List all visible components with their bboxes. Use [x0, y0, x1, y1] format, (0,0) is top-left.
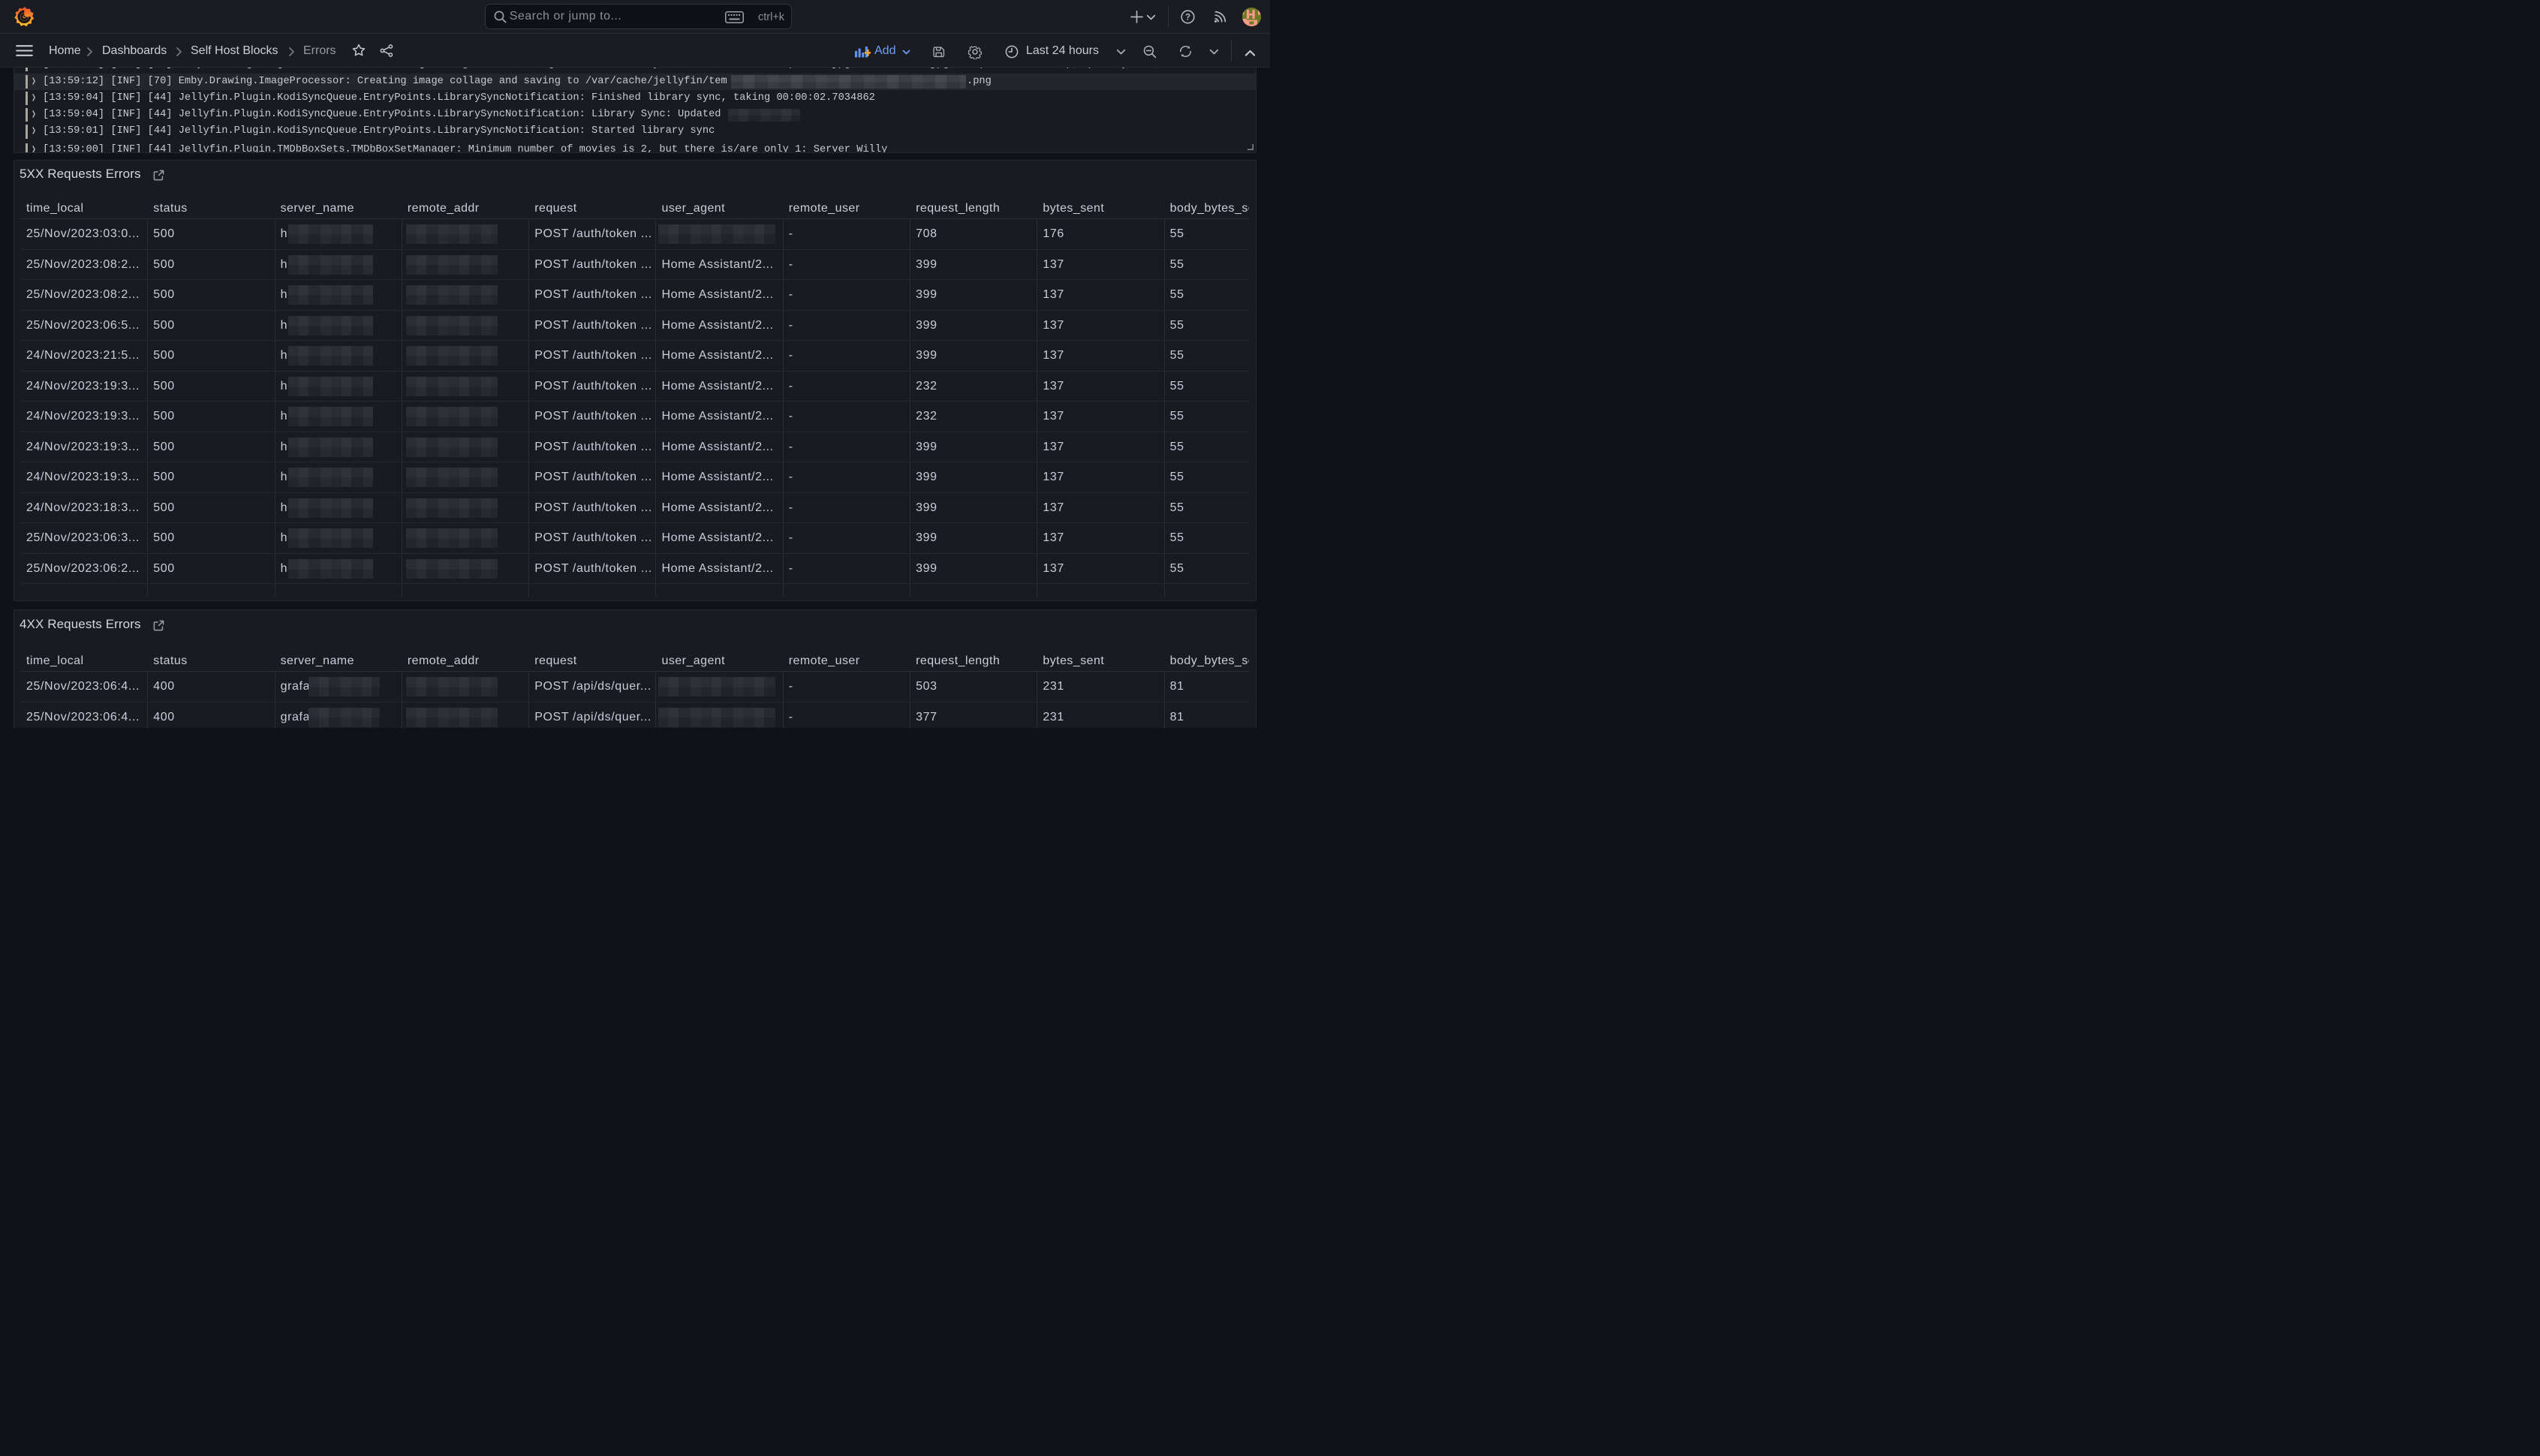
svg-text:?: ? [1185, 14, 1190, 23]
